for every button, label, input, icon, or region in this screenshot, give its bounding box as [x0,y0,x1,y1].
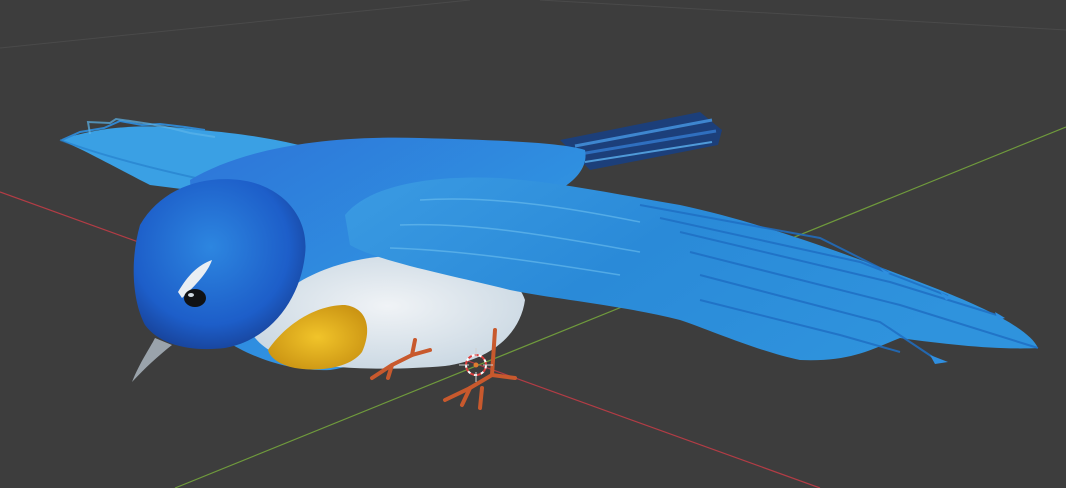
eye-highlight [188,293,194,297]
bird-model[interactable] [59,112,1039,410]
viewport-grid [0,0,1066,49]
eye [184,289,206,307]
3d-viewport[interactable] [0,0,1066,488]
beak [132,338,172,382]
viewport-canvas[interactable] [0,0,1066,488]
